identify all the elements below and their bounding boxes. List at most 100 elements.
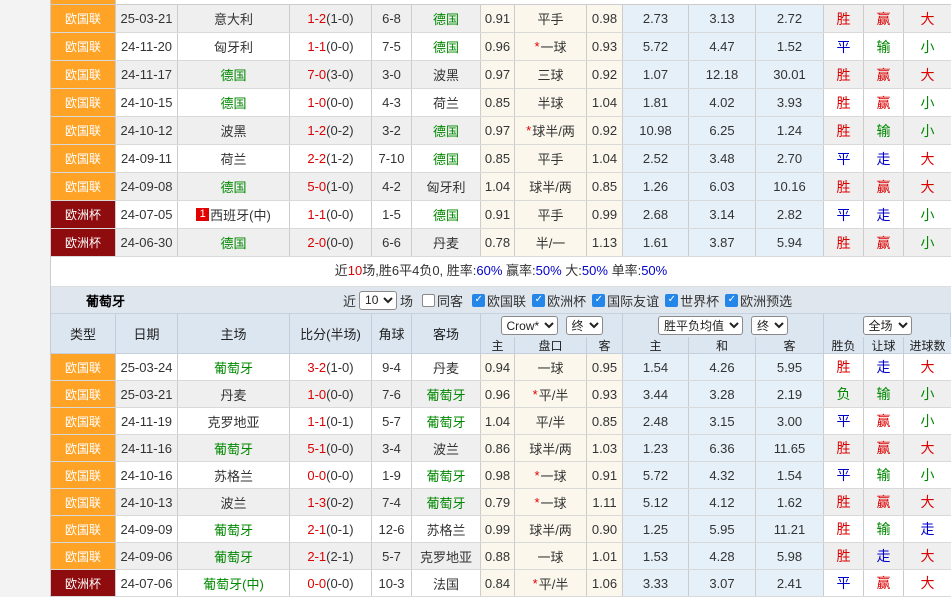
league-badge: 欧国联 [51,89,116,116]
league-filter-checkbox[interactable] [665,294,678,307]
result-goals: 大 [904,570,951,596]
result-handicap: 输 [864,462,904,488]
away-team-name: 丹麦 [433,358,459,377]
match-date: 24-09-08 [116,173,178,200]
same-away-checkbox[interactable] [422,294,435,307]
same-away-label: 同客 [437,291,463,310]
league-filter-checkbox[interactable] [592,294,605,307]
away-team-name: 德国 [433,205,459,224]
avg-home-odds: 2.48 [623,408,689,434]
handicap-away-odds: 0.98 [587,5,623,32]
avg-draw-odds: 6.36 [689,435,756,461]
league-filter-checkbox[interactable] [532,294,545,307]
home-team: 德国 [178,61,290,88]
away-team: 克罗地亚 [412,543,481,569]
subheader-avg-home: 主 [623,337,689,353]
match-date: 24-09-09 [116,516,178,542]
match-score: 1-2(1-0) [290,5,372,32]
handicap-home-odds: 0.97 [481,117,515,144]
result-goals: 小 [904,89,951,116]
handicap-star: * [533,387,538,402]
handicap-away-odds: 0.99 [587,201,623,228]
subheader-goals-result: 进球数 [904,337,951,353]
handicap-home-odds: 0.78 [481,229,515,256]
fulltime-score: 1-0 [307,95,326,110]
league-badge: 欧国联 [51,173,116,200]
match-count-select[interactable]: 10 [359,291,397,310]
league-filter-checkbox[interactable] [725,294,738,307]
halftime-score: (1-0) [326,11,353,26]
handicap-line: 一球 [515,543,587,569]
handicap-away-odds: 0.93 [587,33,623,60]
result-outcome: 胜 [824,5,864,32]
avg-home-odds: 2.68 [623,201,689,228]
stats-panel: 欧国联 25-03-21 意大利 1-2(1-0) 6-8 德国 0.91 平手… [50,0,951,597]
handicap-text: 一球 [537,547,563,566]
final-odds-select-1[interactable]: 终 [566,316,603,335]
away-team-name: 苏格兰 [426,520,465,539]
result-outcome: 平 [824,408,864,434]
home-team-name: 丹麦 [220,385,246,404]
result-handicap: 赢 [864,229,904,256]
fulltime-score: 0-0 [307,468,326,483]
handicap-text: 平手 [537,205,563,224]
result-outcome: 胜 [824,543,864,569]
handicap-select-group: Crow* 终 [481,314,623,337]
scope-select[interactable]: 全场 [863,316,912,335]
table-row: 欧国联 24-11-16 葡萄牙 5-1(0-0) 3-4 波兰 0.86 球半… [51,435,951,462]
corner-count: 7-6 [372,381,412,407]
col-header-type: 类型 [51,314,116,353]
league-badge: 欧国联 [51,462,116,488]
match-score: 1-1(0-0) [290,33,372,60]
corner-count: 4-2 [372,173,412,200]
avg-draw-odds: 4.12 [689,489,756,515]
bookmaker-select[interactable]: Crow* [501,316,558,335]
summary-segment: 大: [562,263,582,278]
league-badge: 欧国联 [51,354,116,380]
match-date: 24-09-06 [116,543,178,569]
corner-count: 3-4 [372,435,412,461]
avg-away-odds: 5.98 [756,543,824,569]
avg-home-odds: 2.73 [623,5,689,32]
result-handicap: 走 [864,543,904,569]
result-handicap: 赢 [864,61,904,88]
handicap-line: 球半/两 [515,516,587,542]
table-row: 欧国联 24-11-17 德国 7-0(3-0) 3-0 波黑 0.97 三球 … [51,61,951,89]
fulltime-score: 3-2 [307,360,326,375]
match-score: 1-0(0-0) [290,89,372,116]
match-score: 1-1(0-1) [290,408,372,434]
handicap-home-odds: 0.85 [481,89,515,116]
avg-odds-select[interactable]: 胜平负均值 [658,316,743,335]
league-badge: 欧洲杯 [51,201,116,228]
table-row: 欧洲杯 24-07-05 1西班牙(中) 1-1(0-0) 1-5 德国 0.9… [51,201,951,229]
league-filter-checkbox[interactable] [472,294,485,307]
home-team: 葡萄牙 [178,354,290,380]
result-handicap: 赢 [864,173,904,200]
match-date: 25-03-21 [116,5,178,32]
halftime-score: (0-1) [326,414,353,429]
home-team-name: 葡萄牙 [214,358,253,377]
summary-segment: 近 [335,263,348,278]
away-team: 德国 [412,201,481,228]
league-badge [51,0,116,4]
avg-draw-odds: 12.18 [689,61,756,88]
halftime-score: (1-0) [326,179,353,194]
home-team: 波兰 [178,489,290,515]
record-summary: 近10场,胜6平4负0, 胜率:60% 赢率:50% 大:50% 单率:50% [51,257,951,287]
corner-count: 3-0 [372,61,412,88]
avg-home-odds: 1.23 [623,435,689,461]
avg-home-odds: 2.52 [623,145,689,172]
result-handicap: 走 [864,145,904,172]
result-goals: 小 [904,33,951,60]
handicap-text: 一球 [537,358,563,377]
avg-home-odds: 1.26 [623,173,689,200]
away-team-name: 葡萄牙 [426,385,465,404]
final-odds-select-2[interactable]: 终 [751,316,788,335]
avg-home-odds: 5.72 [623,33,689,60]
handicap-star: * [534,468,539,483]
avg-away-odds: 2.72 [756,5,824,32]
match-score: 5-0(1-0) [290,173,372,200]
league-filter-group: 欧国联欧洲杯国际友谊世界杯欧洲预选 [466,291,792,310]
league-badge: 欧国联 [51,5,116,32]
avg-away-odds: 2.82 [756,201,824,228]
